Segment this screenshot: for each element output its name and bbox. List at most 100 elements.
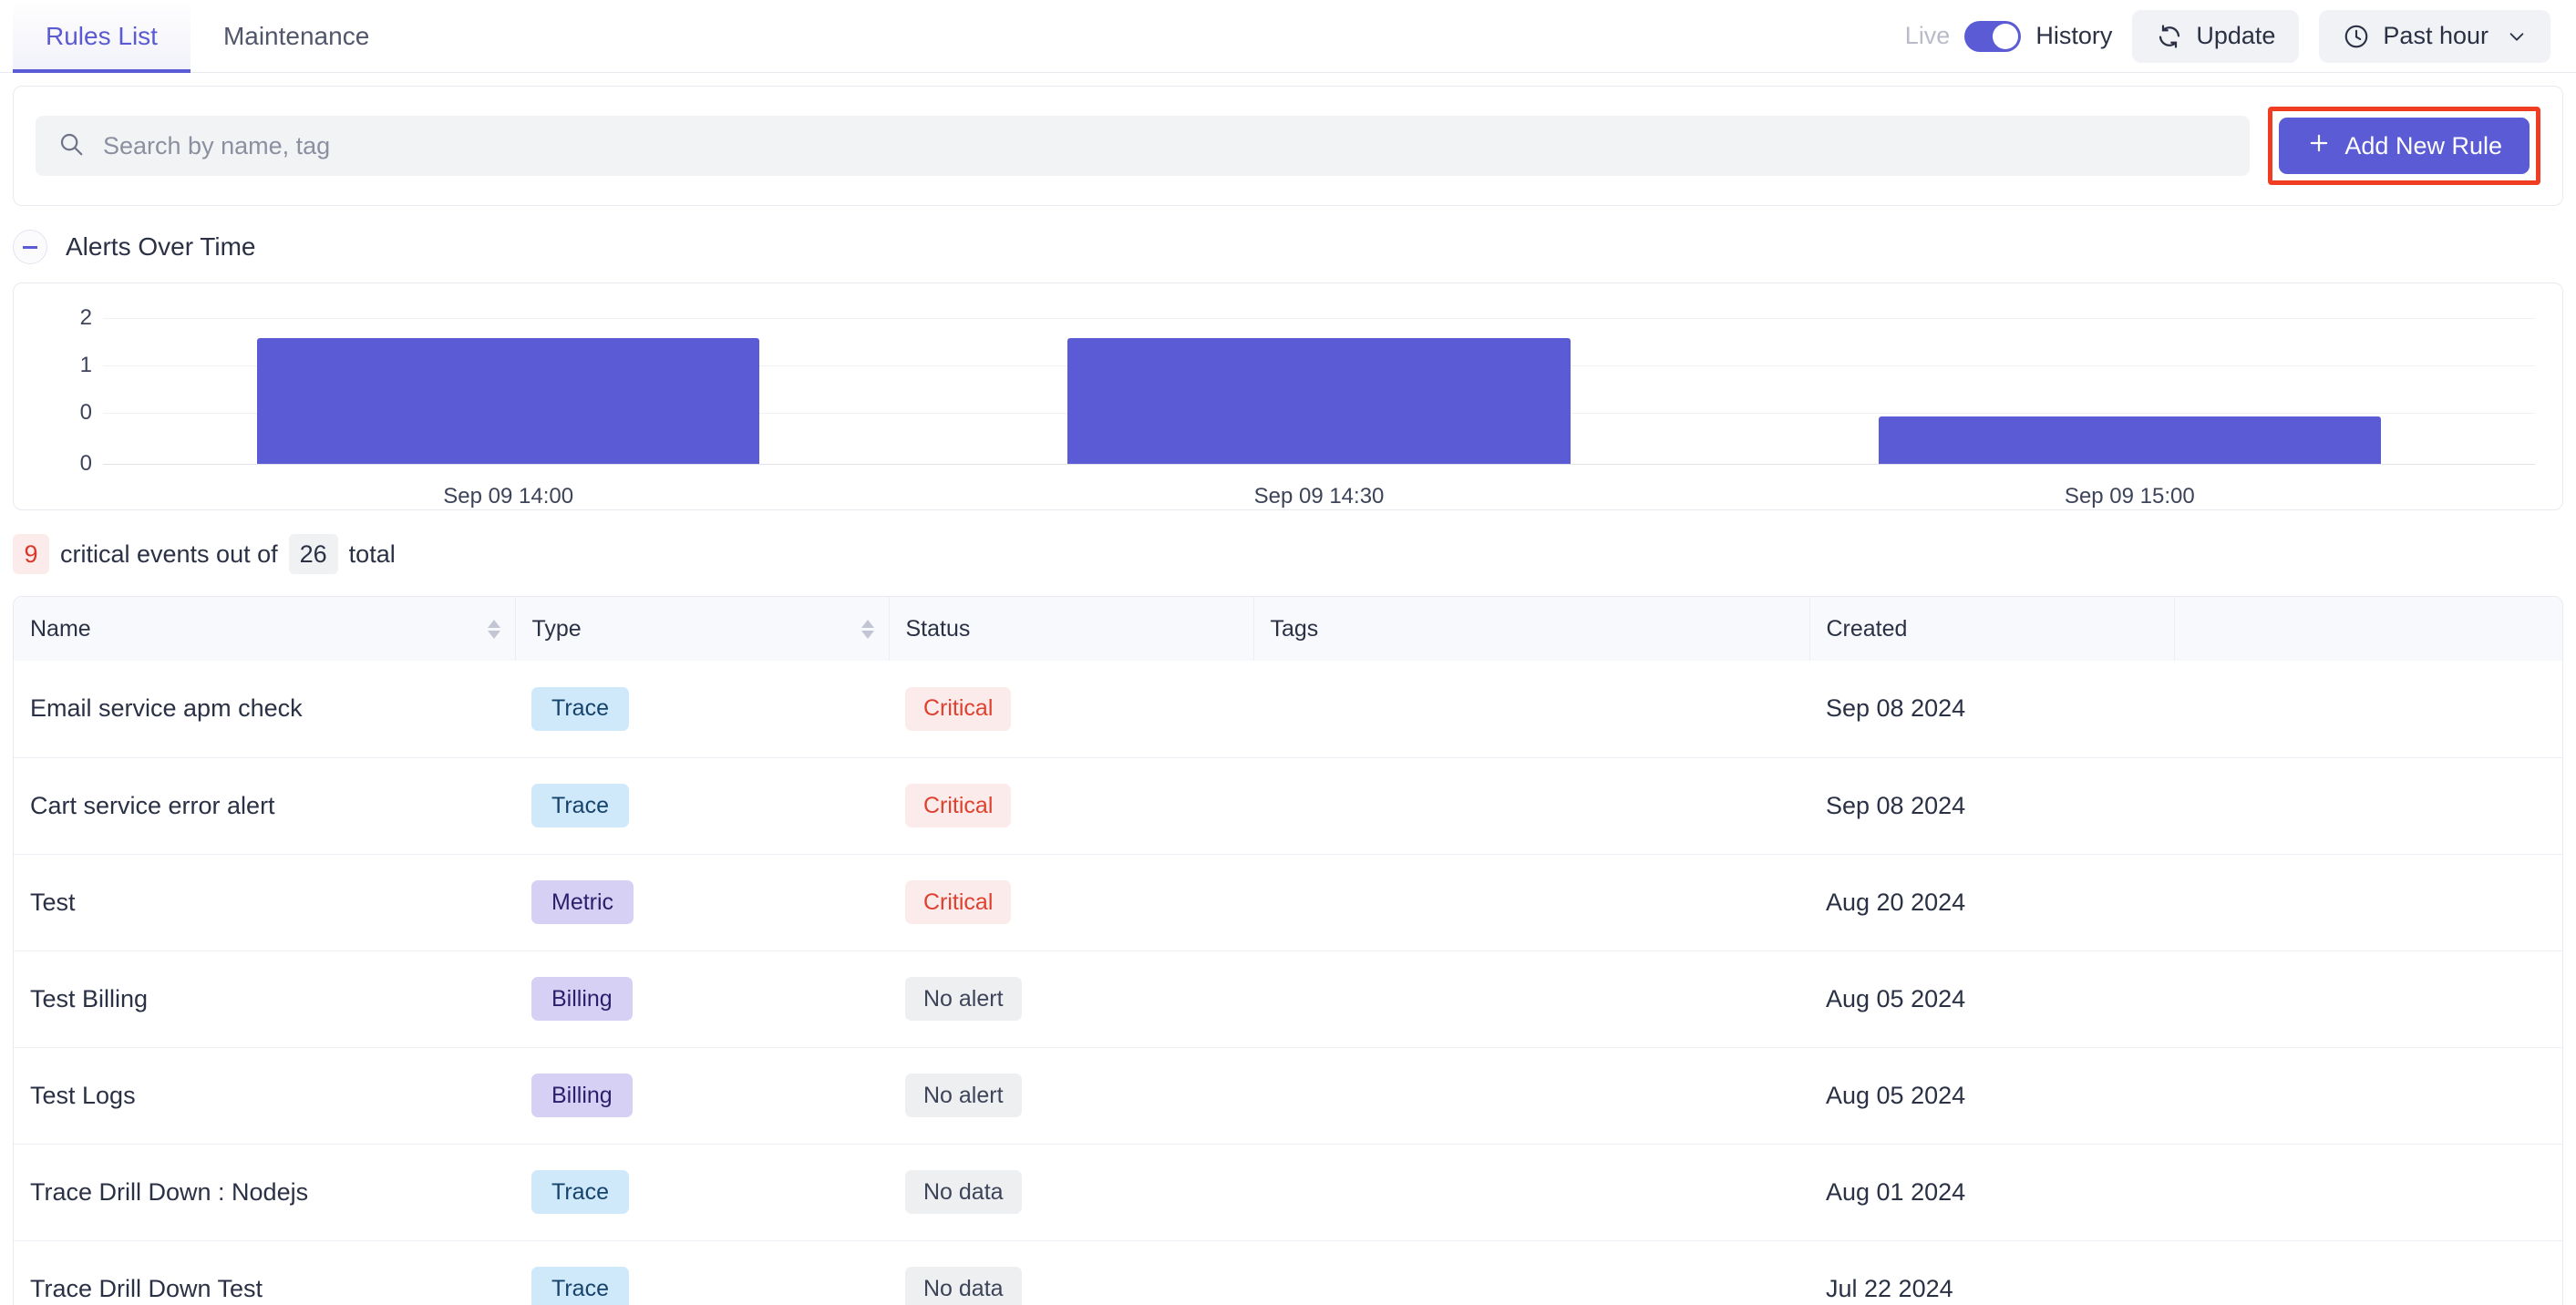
x-axis-tick: Sep 09 14:30 xyxy=(1253,484,1385,509)
collapse-minus-icon[interactable] xyxy=(13,230,47,264)
update-button-label: Update xyxy=(2196,22,2276,49)
add-new-rule-highlight: Add New Rule xyxy=(2268,107,2540,185)
cell-created: Aug 20 2024 xyxy=(1809,853,2174,950)
table-row[interactable]: Trace Drill Down : Nodejs Trace No data Aug… xyxy=(14,1143,2562,1240)
cell-status: No alert xyxy=(889,950,1253,1047)
cell-tags xyxy=(1253,661,1809,757)
cell-actions xyxy=(2174,756,2562,854)
cell-name: Cart service error alert xyxy=(14,756,515,854)
search-panel: Add New Rule xyxy=(13,86,2563,206)
events-summary: 9 critical events out of 26 total xyxy=(0,510,2576,596)
cell-actions xyxy=(2174,950,2562,1047)
tab-list: Rules List Maintenance xyxy=(0,0,402,73)
table-row[interactable]: Test Metric Critical Aug 20 2024 xyxy=(14,853,2562,950)
cell-status: Critical xyxy=(889,661,1253,757)
cell-tags xyxy=(1253,1239,1809,1305)
cell-actions xyxy=(2174,853,2562,950)
status-badge: Critical xyxy=(905,784,1012,827)
table-row[interactable]: Cart service error alert Trace Critical Sep… xyxy=(14,756,2562,854)
sort-toggle-icon[interactable] xyxy=(860,619,874,639)
cell-type: Trace xyxy=(515,1239,889,1305)
chart-bar[interactable] xyxy=(1067,338,1571,464)
cell-status: Critical xyxy=(889,756,1253,854)
tab-maintenance[interactable]: Maintenance xyxy=(191,0,402,72)
cell-created: Sep 08 2024 xyxy=(1826,694,1966,723)
add-new-rule-button[interactable]: Add New Rule xyxy=(2279,118,2530,174)
search-box[interactable] xyxy=(36,116,2251,176)
chart-bar[interactable] xyxy=(1878,416,2381,464)
cell-tags xyxy=(1253,1143,1809,1240)
table-row[interactable]: Trace Drill Down Test Trace No data Jul 22 … xyxy=(14,1239,2562,1305)
type-badge: Billing xyxy=(531,977,633,1021)
table-header-row: Name Type Status Tags Created xyxy=(14,597,2562,661)
cell-status: Critical xyxy=(889,853,1253,950)
status-badge: No data xyxy=(905,1170,1022,1214)
type-badge: Trace xyxy=(531,784,629,827)
status-badge: Critical xyxy=(905,686,1012,731)
live-history-toggle-group: Live History xyxy=(1905,20,2113,52)
cell-status: No data xyxy=(889,1143,1253,1240)
total-count-badge: 26 xyxy=(288,534,338,574)
chart-plot-area: 2 1 0 0 Sep 09 14:00 Sep 09 14:30 Sep 09 15:00 xyxy=(14,283,2562,509)
x-axis-tick: Sep 09 14:00 xyxy=(443,484,574,509)
cell-status: No alert xyxy=(889,1046,1253,1144)
column-label: Status xyxy=(905,615,971,642)
type-badge: Trace xyxy=(531,1170,629,1214)
column-label: Tags xyxy=(1270,615,1319,642)
chart-header: Alerts Over Time xyxy=(0,206,2576,283)
table-header-cell-type[interactable]: Type xyxy=(515,597,890,661)
chart-gridline xyxy=(103,464,2535,465)
table-header: Name Type Status Tags Created xyxy=(14,597,2562,661)
cell-type: Billing xyxy=(515,1046,889,1144)
cell-tags xyxy=(1253,1046,1809,1144)
live-history-toggle[interactable] xyxy=(1964,20,2022,52)
cell-actions xyxy=(2174,1046,2562,1144)
add-new-rule-label: Add New Rule xyxy=(2344,131,2502,159)
search-input[interactable] xyxy=(103,131,2229,160)
cell-actions xyxy=(2174,1143,2562,1240)
cell-type: Metric xyxy=(515,853,889,950)
cell-name: Test Billing xyxy=(14,950,515,1047)
search-icon xyxy=(57,130,85,162)
table-header-cell-name[interactable]: Name xyxy=(14,597,516,661)
type-badge: Metric xyxy=(531,880,634,924)
cell-type: Trace xyxy=(515,661,889,757)
type-badge: Trace xyxy=(531,686,629,731)
rules-table: Name Type Status Tags Created Email service … xyxy=(14,597,2562,1305)
table-row[interactable]: Email service apm check Trace Critical Sep … xyxy=(14,661,2562,757)
cell-tags xyxy=(1253,756,1809,854)
time-range-selector[interactable]: Past hour xyxy=(2319,9,2550,63)
history-label: History xyxy=(2035,22,2113,49)
toggle-knob xyxy=(1993,23,2019,49)
cell-created: Aug 05 2024 xyxy=(1809,950,2174,1047)
cell-actions xyxy=(2174,1239,2562,1305)
update-button[interactable]: Update xyxy=(2132,9,2300,63)
table-row[interactable]: Test Billing Billing No alert Aug 05 2024 xyxy=(14,950,2562,1047)
tab-rules-list[interactable]: Rules List xyxy=(13,0,191,73)
column-label: Created xyxy=(1826,615,1908,642)
alerts-over-time-chart: 2 1 0 0 Sep 09 14:00 Sep 09 14:30 Sep 09 15:00 xyxy=(13,283,2563,510)
status-badge: No data xyxy=(905,1267,1022,1305)
cell-tags xyxy=(1253,853,1809,950)
cell-type: Trace xyxy=(515,1143,889,1240)
table-row[interactable]: Test Logs Billing No alert Aug 05 2024 xyxy=(14,1046,2562,1144)
chart-gridline xyxy=(103,318,2535,319)
y-axis-tick: 0 xyxy=(79,400,92,425)
y-axis-tick: 2 xyxy=(79,305,92,330)
chart-bar[interactable] xyxy=(256,338,760,464)
sort-toggle-icon[interactable] xyxy=(487,619,500,639)
cell-created: Sep 08 2024 xyxy=(1809,756,2174,854)
table-header-cell-status: Status xyxy=(889,597,1254,661)
tab-rules-list-label: Rules List xyxy=(46,21,158,50)
clock-icon xyxy=(2343,23,2370,50)
type-badge: Billing xyxy=(531,1074,633,1117)
cell-tags xyxy=(1253,950,1809,1047)
table-header-cell-created: Created xyxy=(1809,597,2175,661)
tab-maintenance-label: Maintenance xyxy=(222,21,370,50)
refresh-icon xyxy=(2156,23,2183,50)
type-badge: Trace xyxy=(531,1267,629,1305)
total-summary-text: total xyxy=(348,539,396,568)
cell-created: Aug 05 2024 xyxy=(1809,1046,2174,1144)
time-range-label: Past hour xyxy=(2383,22,2488,49)
cell-name: Trace Drill Down Test xyxy=(14,1239,515,1305)
